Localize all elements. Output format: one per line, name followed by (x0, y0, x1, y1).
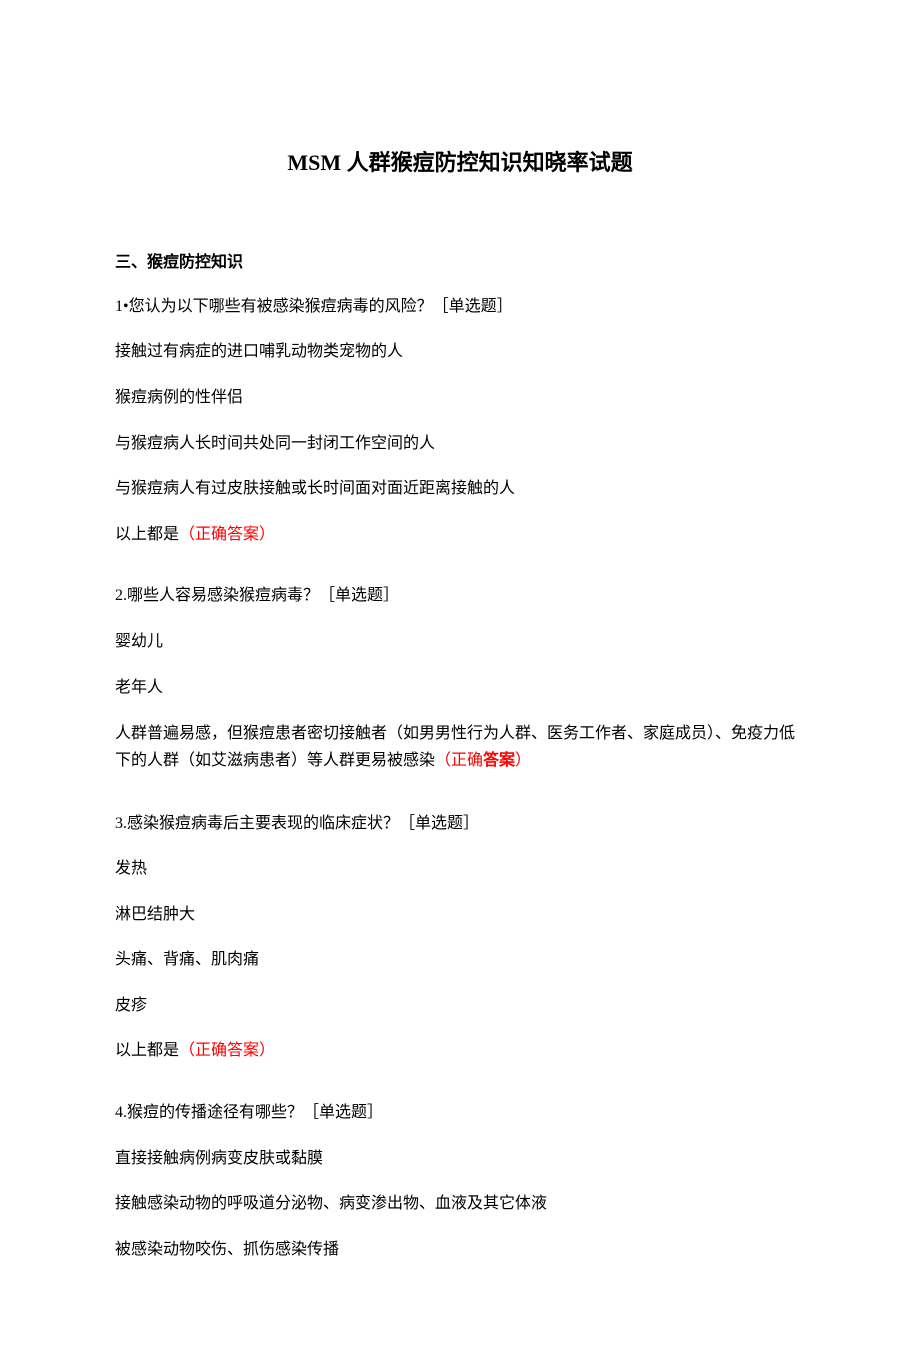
document-title: MSM 人群猴痘防控知识知晓率试题 (115, 145, 805, 180)
question-stem: 2.哪些人容易感染猴痘病毒？［单选题］ (115, 583, 805, 609)
answer-option-correct: 以上都是（正确答案） (115, 1038, 805, 1064)
answer-option: 与猴痘病人长时间共处同一封闭工作空间的人 (115, 431, 805, 457)
answer-option: 淋巴结肿大 (115, 902, 805, 928)
question-block: 1•您认为以下哪些有被感染猴痘病毒的风险？［单选题］ 接触过有病症的进口哺乳动物… (115, 294, 805, 548)
answer-option-correct: 以上都是（正确答案） (115, 522, 805, 548)
correct-answer-prefix: （正确 (435, 752, 483, 769)
option-text: 以上都是 (115, 526, 179, 543)
question-stem: 4.猴痘的传播途径有哪些？［单选题］ (115, 1100, 805, 1126)
answer-option: 头痛、背痛、肌肉痛 (115, 947, 805, 973)
correct-answer-label: （正确答案） (179, 526, 275, 543)
correct-answer-bold: 答案 (483, 752, 515, 769)
option-text: 以上都是 (115, 1042, 179, 1059)
answer-option: 皮疹 (115, 993, 805, 1019)
answer-option: 直接接触病例病变皮肤或黏膜 (115, 1146, 805, 1172)
question-stem: 1•您认为以下哪些有被感染猴痘病毒的风险？［单选题］ (115, 294, 805, 320)
question-block: 4.猴痘的传播途径有哪些？［单选题］ 直接接触病例病变皮肤或黏膜 接触感染动物的… (115, 1100, 805, 1262)
correct-answer-suffix: ） (515, 752, 531, 769)
answer-option: 被感染动物咬伤、抓伤感染传播 (115, 1237, 805, 1263)
section-header: 三、猴痘防控知识 (115, 250, 805, 276)
question-block: 2.哪些人容易感染猴痘病毒？［单选题］ 婴幼儿 老年人 人群普遍易感，但猴痘患者… (115, 583, 805, 774)
answer-option: 婴幼儿 (115, 629, 805, 655)
answer-option: 发热 (115, 856, 805, 882)
question-block: 3.感染猴痘病毒后主要表现的临床症状？［单选题］ 发热 淋巴结肿大 头痛、背痛、… (115, 811, 805, 1065)
answer-option: 老年人 (115, 675, 805, 701)
answer-option: 接触过有病症的进口哺乳动物类宠物的人 (115, 339, 805, 365)
answer-option: 与猴痘病人有过皮肤接触或长时间面对面近距离接触的人 (115, 476, 805, 502)
answer-option: 猴痘病例的性伴侣 (115, 385, 805, 411)
question-stem: 3.感染猴痘病毒后主要表现的临床症状？［单选题］ (115, 811, 805, 837)
correct-answer-label: （正确答案） (179, 1042, 275, 1059)
answer-option: 接触感染动物的呼吸道分泌物、病变渗出物、血液及其它体液 (115, 1191, 805, 1217)
answer-option-correct: 人群普遍易感，但猴痘患者密切接触者（如男男性行为人群、医务工作者、家庭成员）、免… (115, 720, 805, 774)
